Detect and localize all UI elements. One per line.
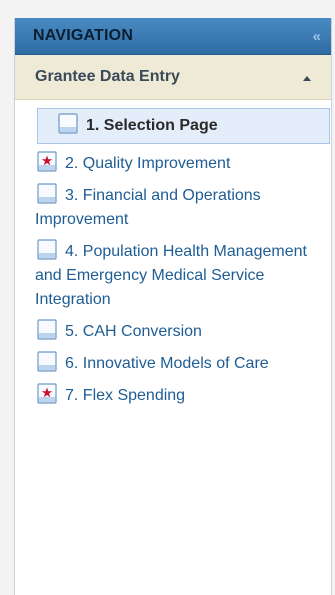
nav-item-population-health-management[interactable]: 4. Population Health Management and Emer… bbox=[35, 239, 324, 312]
blank-page-icon bbox=[37, 239, 57, 260]
blank-page-icon bbox=[37, 351, 57, 372]
nav-item-financial-operations-improvement[interactable]: 3. Financial and Operations Improvement bbox=[35, 183, 324, 232]
nav-item-label: 3. Financial and Operations Improvement bbox=[35, 187, 261, 228]
navigation-panel: NAVIGATION « Grantee Data Entry 1. Selec… bbox=[14, 18, 332, 595]
nav-item-label: 4. Population Health Management and Emer… bbox=[35, 243, 307, 308]
nav-item-innovative-models-of-care[interactable]: 6. Innovative Models of Care bbox=[35, 351, 324, 376]
blank-page-icon bbox=[58, 113, 78, 134]
blank-page-icon bbox=[37, 183, 57, 204]
navigation-title: NAVIGATION bbox=[33, 27, 134, 44]
navigation-header: NAVIGATION « bbox=[15, 18, 331, 55]
section-header-grantee-data-entry[interactable]: Grantee Data Entry bbox=[15, 55, 331, 100]
nav-item-cah-conversion[interactable]: 5. CAH Conversion bbox=[35, 319, 324, 344]
nav-item-label: 1. Selection Page bbox=[86, 117, 218, 134]
flagged-page-icon bbox=[37, 151, 57, 172]
collapse-panel-button[interactable]: « bbox=[311, 26, 323, 47]
nav-item-label: 2. Quality Improvement bbox=[65, 155, 231, 172]
nav-item-label: 7. Flex Spending bbox=[65, 387, 186, 404]
navigation-list: 1. Selection Page 2. Quality Improvement… bbox=[15, 100, 331, 408]
collapse-arrow-icon[interactable] bbox=[303, 75, 311, 81]
nav-item-label: 6. Innovative Models of Care bbox=[65, 355, 269, 372]
nav-item-flex-spending[interactable]: 7. Flex Spending bbox=[35, 383, 324, 408]
nav-item-label: 5. CAH Conversion bbox=[65, 323, 202, 340]
nav-item-selection-page[interactable]: 1. Selection Page bbox=[37, 108, 330, 144]
flagged-page-icon bbox=[37, 383, 57, 404]
blank-page-icon bbox=[37, 319, 57, 340]
nav-item-quality-improvement[interactable]: 2. Quality Improvement bbox=[35, 151, 324, 176]
section-label: Grantee Data Entry bbox=[35, 68, 180, 85]
